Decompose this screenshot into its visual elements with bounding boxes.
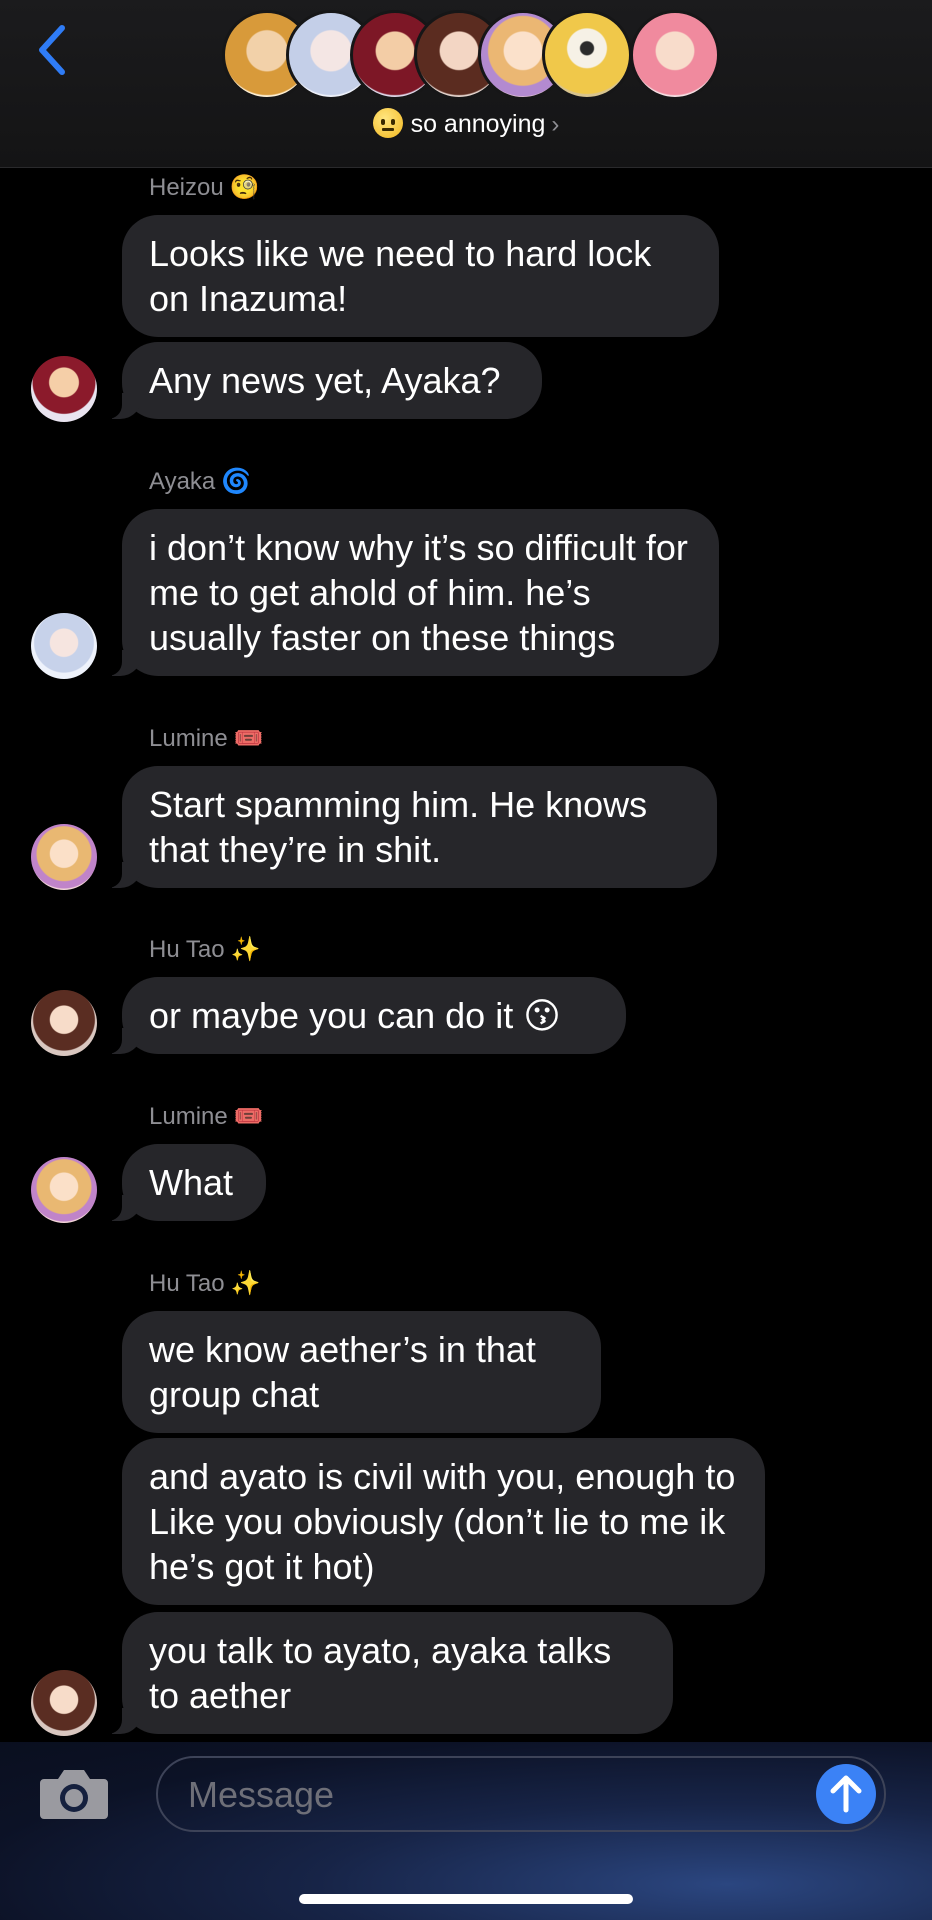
message-bubble[interactable]: Any news yet, Ayaka? bbox=[100, 342, 542, 419]
message-bubble[interactable]: Start spamming him. He knows that they’r… bbox=[100, 766, 717, 888]
home-indicator[interactable] bbox=[299, 1894, 633, 1904]
message-text: Start spamming him. He knows that they’r… bbox=[149, 784, 648, 870]
message-bubble[interactable]: and ayato is civil with you, enough to L… bbox=[122, 1438, 765, 1605]
message-text: i don’t know why it’s so difficult for m… bbox=[149, 527, 688, 658]
message-bubble[interactable]: we know aether’s in that group chat bbox=[122, 1311, 601, 1433]
sender-name: Hu Tao ✨ bbox=[149, 1269, 261, 1298]
sender-avatar[interactable] bbox=[31, 613, 97, 679]
camera-icon[interactable] bbox=[38, 1767, 110, 1821]
sender-emoji: 🌀 bbox=[221, 468, 252, 495]
sender-emoji: 🎟️ bbox=[233, 1103, 264, 1130]
message-text: Any news yet, Ayaka? bbox=[149, 360, 501, 401]
message-bubble[interactable]: i don’t know why it’s so difficult for m… bbox=[100, 509, 719, 676]
group-name-label: so annoying bbox=[410, 110, 546, 138]
message-bubble[interactable]: or maybe you can do it 😗 bbox=[100, 977, 626, 1054]
sender-avatar[interactable] bbox=[31, 1670, 97, 1736]
message-text: or maybe you can do it 😗 bbox=[149, 995, 561, 1036]
sender-emoji: ✨ bbox=[230, 1270, 261, 1297]
sender-avatar[interactable] bbox=[31, 1157, 97, 1223]
sender-name: Lumine 🎟️ bbox=[149, 724, 264, 753]
send-button[interactable] bbox=[816, 1764, 876, 1824]
sender-emoji: 🧐 bbox=[229, 174, 260, 201]
chevron-right-icon: › bbox=[551, 111, 560, 138]
chat-header: so annoying › bbox=[0, 0, 932, 168]
sender-name: Hu Tao ✨ bbox=[149, 935, 261, 964]
sender-emoji: 🎟️ bbox=[233, 725, 264, 752]
sender-label: Lumine bbox=[149, 1103, 228, 1130]
sender-emoji: ✨ bbox=[230, 936, 261, 963]
message-bubble[interactable]: What bbox=[100, 1144, 266, 1221]
message-field[interactable] bbox=[156, 1756, 886, 1832]
message-bubble[interactable]: Looks like we need to hard lock on Inazu… bbox=[122, 215, 719, 337]
sender-name: Heizou 🧐 bbox=[149, 173, 260, 202]
group-avatars[interactable] bbox=[220, 10, 720, 102]
message-bubble[interactable]: you talk to ayato, ayaka talks to aether bbox=[100, 1612, 673, 1734]
message-text: you talk to ayato, ayaka talks to aether bbox=[149, 1630, 612, 1716]
sender-avatar[interactable] bbox=[31, 824, 97, 890]
sender-name: Lumine 🎟️ bbox=[149, 1102, 264, 1131]
group-name-button[interactable]: so annoying › bbox=[0, 108, 932, 139]
message-text: What bbox=[149, 1162, 234, 1203]
arrow-up-icon bbox=[830, 1775, 862, 1813]
back-chevron-icon[interactable] bbox=[30, 22, 80, 78]
member-avatar bbox=[542, 10, 632, 100]
sender-label: Hu Tao bbox=[149, 1270, 225, 1297]
sender-label: Ayaka bbox=[149, 468, 216, 495]
sender-name: Ayaka 🌀 bbox=[149, 467, 251, 496]
sender-label: Heizou bbox=[149, 174, 224, 201]
message-input[interactable] bbox=[186, 1768, 750, 1822]
sender-label: Hu Tao bbox=[149, 936, 225, 963]
sender-label: Lumine bbox=[149, 725, 228, 752]
sender-avatar[interactable] bbox=[31, 990, 97, 1056]
member-avatar bbox=[630, 10, 720, 100]
sender-avatar[interactable] bbox=[31, 356, 97, 422]
neutral-face-emoji-icon bbox=[372, 108, 403, 138]
